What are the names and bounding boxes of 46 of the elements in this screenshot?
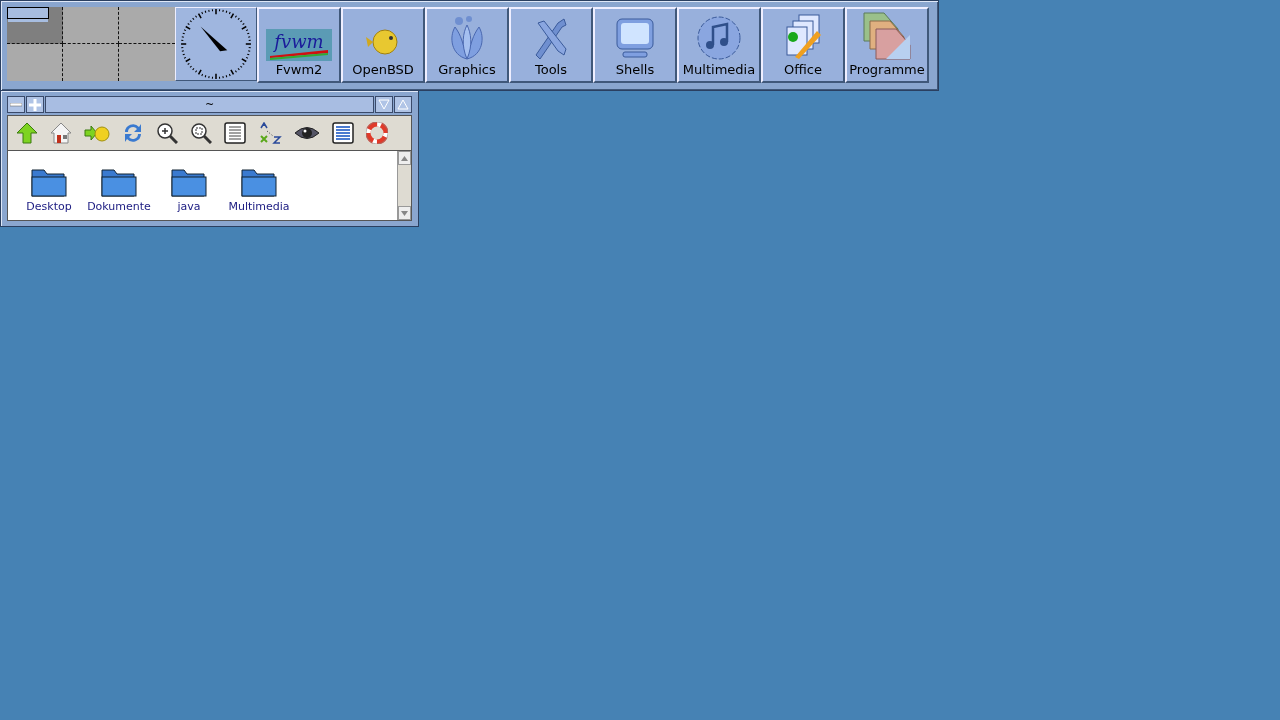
down-triangle-icon — [378, 99, 390, 110]
minimize-button[interactable] — [7, 96, 25, 113]
detailed-list-icon[interactable] — [332, 122, 354, 144]
stacked-folders-icon — [862, 11, 912, 61]
clock-icon — [175, 7, 257, 81]
monitor-icon — [613, 17, 657, 61]
launcher-button[interactable]: Tools — [509, 7, 593, 83]
launcher-button[interactable]: Graphics — [425, 7, 509, 83]
refresh-icon[interactable] — [122, 122, 144, 144]
scroll-up-icon — [401, 155, 408, 161]
zoom-in-icon[interactable] — [156, 122, 178, 144]
folder-item[interactable]: Dokumente — [84, 166, 154, 220]
folder-item[interactable]: java — [154, 166, 224, 220]
launcher-button[interactable]: fvwm Fvwm2 — [257, 7, 341, 83]
up-arrow-icon[interactable] — [16, 122, 38, 144]
home-icon[interactable] — [50, 122, 72, 144]
documents-and-pencil-icon — [783, 13, 823, 61]
raise-button[interactable] — [394, 96, 412, 113]
fvwm-logo-icon: fvwm — [266, 29, 332, 61]
folder-item[interactable]: Desktop — [14, 166, 84, 220]
launcher-button[interactable]: Programme — [845, 7, 929, 83]
folder-item[interactable]: Multimedia — [224, 166, 294, 220]
mini-window-icon — [7, 7, 49, 19]
shade-button[interactable] — [375, 96, 393, 113]
launcher-button[interactable]: Office — [761, 7, 845, 83]
folder-icon — [240, 166, 278, 198]
folder-icon — [30, 166, 68, 198]
scroll-down-icon — [401, 210, 408, 216]
desk[interactable] — [63, 7, 119, 44]
up-triangle-icon — [397, 99, 409, 110]
minus-icon — [10, 102, 22, 107]
desk[interactable] — [7, 7, 63, 44]
text-list-icon[interactable] — [224, 122, 246, 144]
launcher-button[interactable]: OpenBSD — [341, 7, 425, 83]
scrollbar[interactable] — [397, 151, 411, 220]
launcher-button[interactable]: Multimedia — [677, 7, 761, 83]
lifebuoy-icon[interactable] — [366, 122, 388, 144]
window-title: ~ — [45, 96, 374, 113]
maximize-button[interactable] — [26, 96, 44, 113]
plus-icon — [29, 98, 41, 111]
music-note-icon — [696, 15, 742, 61]
folder-icon — [100, 166, 138, 198]
zoom-fit-icon[interactable] — [190, 122, 212, 144]
launcher-button[interactable]: Shells — [593, 7, 677, 83]
sort-a-z-icon[interactable] — [258, 122, 282, 144]
folder-icon — [170, 166, 208, 198]
